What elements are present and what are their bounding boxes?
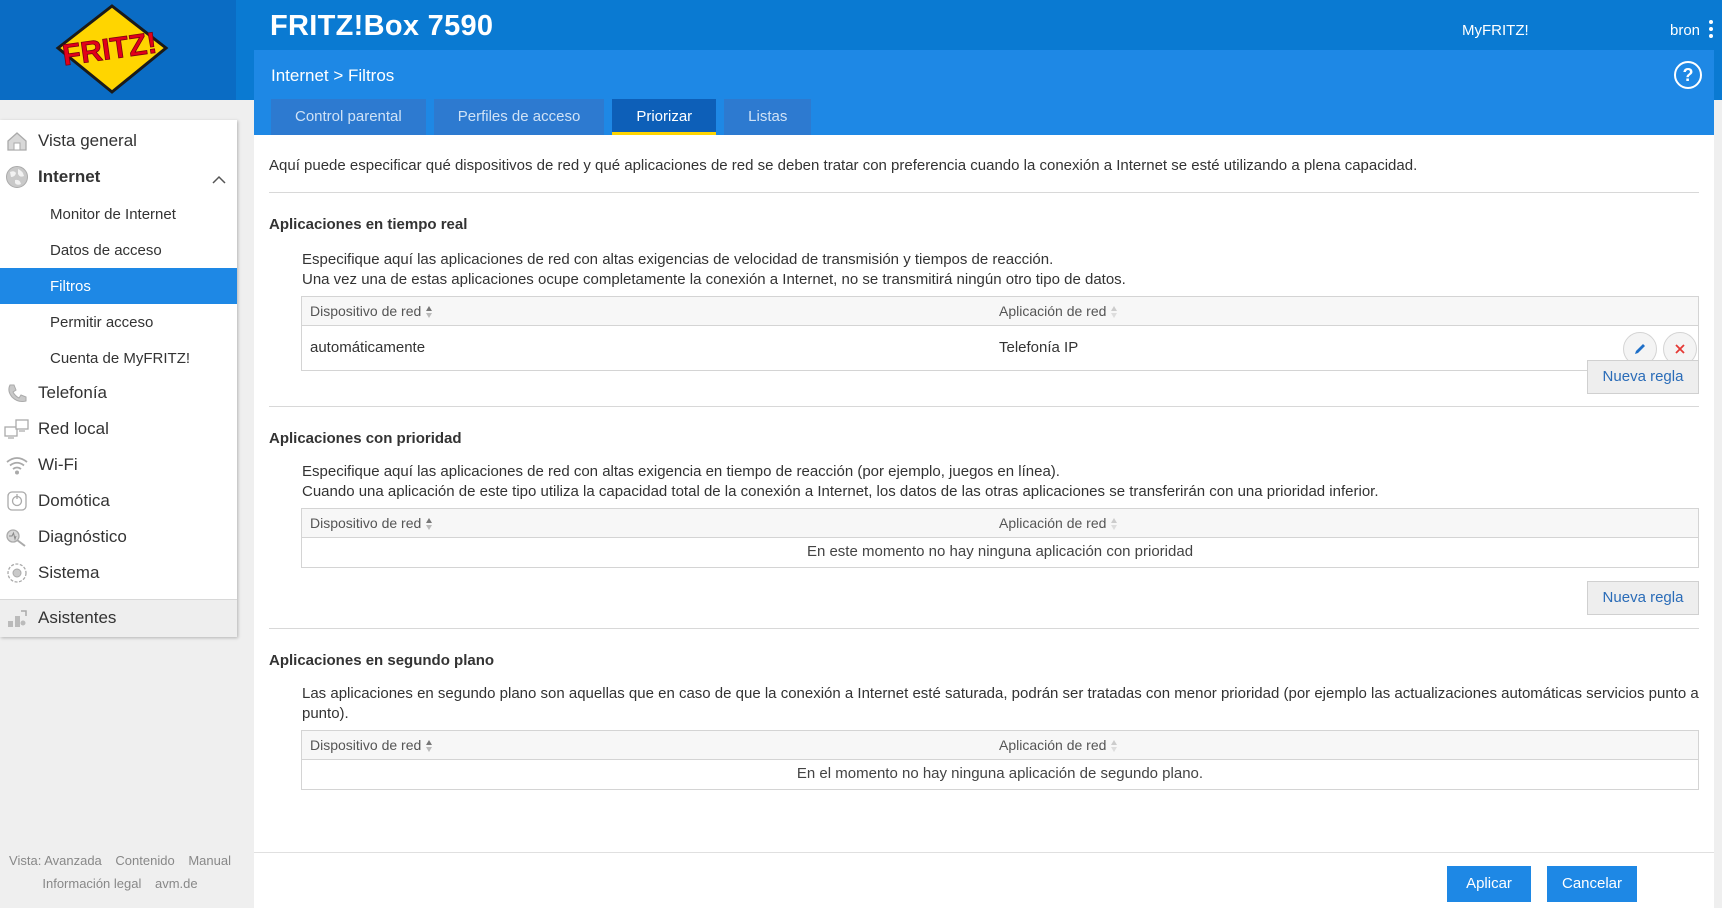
section-desc-background-2: punto). [302,705,349,722]
section-desc-priority-1: Especifique aquí las aplicaciones de red… [302,463,1060,480]
home-icon [4,128,30,154]
tab-perfiles-de-acceso[interactable]: Perfiles de acceso [433,99,605,135]
breadcrumb: Internet > Filtros [271,66,395,85]
section-desc-realtime-2: Una vez una de estas aplicaciones ocupe … [302,271,1126,288]
wifi-icon [4,452,30,478]
section-title-priority: Aplicaciones con prioridad [269,430,462,447]
realtime-table: Dispositivo de red Aplicación de red aut… [301,296,1699,371]
sort-icon [1111,517,1118,531]
close-icon [1675,344,1685,354]
sidebar-item-label: Vista general [38,131,137,150]
table-header: Dispositivo de red Aplicación de red [302,509,1698,538]
smart-home-icon [4,488,30,514]
new-rule-button-realtime[interactable]: Nueva regla [1587,360,1699,394]
divider [269,406,1699,407]
sidebar-item-asistentes[interactable]: Asistentes [0,600,237,636]
sidebar-item-wi-fi[interactable]: Wi-Fi [0,447,237,483]
sidebar-item-permitir-acceso[interactable]: Permitir acceso [0,304,237,340]
action-bar: Aplicar Cancelar [254,852,1714,908]
background-table: Dispositivo de red Aplicación de red En … [301,730,1699,790]
sidebar-item-label: Domótica [38,491,110,510]
section-desc-priority-2: Cuando una aplicación de este tipo utili… [302,483,1379,500]
logo-area[interactable]: FRITZ! [0,0,236,100]
divider [269,628,1699,629]
sort-device-header[interactable]: Dispositivo de red [310,737,433,753]
sidebar-item-datos-de-acceso[interactable]: Datos de acceso [0,232,237,268]
tab-listas[interactable]: Listas [724,99,812,135]
sidebar: Vista general Internet Monitor de Intern… [0,120,237,637]
network-icon [4,416,30,442]
sort-icon [1111,305,1118,319]
section-desc-background-1: Las aplicaciones en segundo plano son aq… [302,685,1699,702]
sidebar-item-cuenta-de-myfritz[interactable]: Cuenta de MyFRITZ! [0,340,237,376]
globe-icon [4,164,30,190]
sidebar-item-red-local[interactable]: Red local [0,411,237,447]
phone-icon [4,380,30,406]
table-row: automáticamente Telefonía IP [302,326,1698,370]
legal-info-link[interactable]: Información legal [42,876,141,891]
sidebar-item-monitor-de-internet[interactable]: Monitor de Internet [0,196,237,232]
content-link[interactable]: Contenido [115,853,174,868]
section-desc-realtime-1: Especifique aquí las aplicaciones de red… [302,251,1054,268]
sort-app-header[interactable]: Aplicación de red [999,303,1118,319]
view-mode-link[interactable]: Vista: Avanzada [9,853,102,868]
cancel-button[interactable]: Cancelar [1547,866,1637,902]
diagnostics-icon [4,524,30,550]
tab-priorizar[interactable]: Priorizar [612,99,717,135]
tab-control-parental[interactable]: Control parental [271,99,426,135]
section-title-realtime: Aplicaciones en tiempo real [269,216,468,233]
help-icon[interactable]: ? [1674,61,1702,89]
table-header: Dispositivo de red Aplicación de red [302,731,1698,760]
pencil-icon [1635,344,1645,354]
sort-icon [426,517,433,531]
sort-app-header[interactable]: Aplicación de red [999,737,1118,753]
section-title-background: Aplicaciones en segundo plano [269,652,495,669]
sidebar-item-domotica[interactable]: Domótica [0,483,237,519]
apply-button[interactable]: Aplicar [1447,866,1531,902]
sidebar-item-label: Red local [38,419,109,438]
fritz-logo[interactable]: FRITZ! [50,4,170,96]
row-app: Telefonía IP [999,339,1079,356]
sidebar-item-label: Wi-Fi [38,455,78,474]
sort-app-header[interactable]: Aplicación de red [999,515,1118,531]
sidebar-item-sistema[interactable]: Sistema [0,555,237,591]
product-title: FRITZ!Box 7590 [270,10,494,42]
sidebar-item-label: Asistentes [38,608,117,627]
empty-table-message: En este momento no hay ninguna aplicació… [806,543,1194,560]
system-icon [4,560,30,586]
sidebar-item-diagnostico[interactable]: Diagnóstico [0,519,237,555]
wizard-icon [4,605,30,631]
priority-table: Dispositivo de red Aplicación de red En … [301,508,1699,568]
sidebar-item-label: Telefonía [38,383,107,402]
sidebar-footer-links: Vista: Avanzada Contenido Manual Informa… [0,849,240,895]
row-device: automáticamente [310,339,426,356]
sidebar-item-label: Internet [38,167,101,186]
sidebar-item-label: Diagnóstico [38,527,127,546]
empty-table-message: En el momento no hay ninguna aplicación … [796,765,1204,782]
sort-icon [426,739,433,753]
myfritz-link[interactable]: MyFRITZ! [1462,22,1529,39]
sort-device-header[interactable]: Dispositivo de red [310,303,433,319]
sidebar-item-filtros[interactable]: Filtros [0,268,237,304]
user-name[interactable]: bron [1670,22,1700,39]
manual-link[interactable]: Manual [188,853,231,868]
sort-icon [426,305,433,319]
sidebar-item-internet[interactable]: Internet [0,159,237,195]
new-rule-button-priority[interactable]: Nueva regla [1587,581,1699,615]
sub-header: Internet > Filtros ? Control parental Pe… [254,50,1714,135]
tab-bar: Control parental Perfiles de acceso Prio… [271,99,812,135]
sidebar-item-label: Sistema [38,563,100,582]
sidebar-item-telefonia[interactable]: Telefonía [0,375,237,411]
divider [269,192,1699,193]
sort-device-header[interactable]: Dispositivo de red [310,515,433,531]
more-menu-icon[interactable] [1708,20,1714,40]
avm-site-link[interactable]: avm.de [155,876,198,891]
sidebar-item-vista-general[interactable]: Vista general [0,123,237,159]
sort-icon [1111,739,1118,753]
intro-text: Aquí puede especificar qué dispositivos … [269,157,1418,174]
chevron-up-icon[interactable] [212,173,226,187]
table-header: Dispositivo de red Aplicación de red [302,297,1698,326]
main-content: Aquí puede especificar qué dispositivos … [254,135,1714,908]
